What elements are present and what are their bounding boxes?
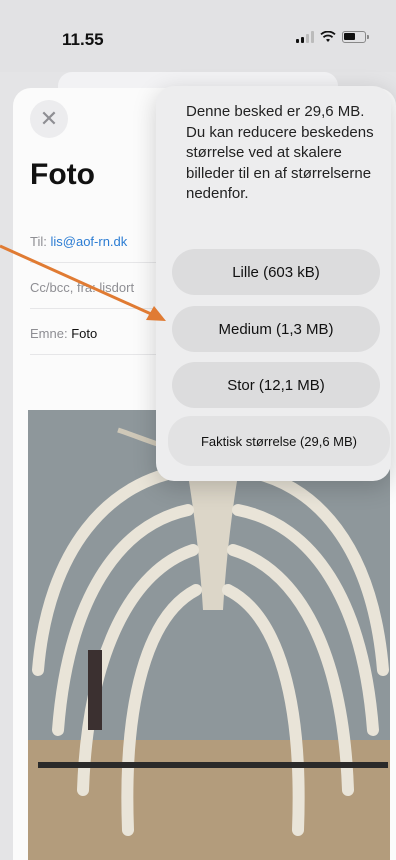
to-field[interactable]: Til: lis@aof-rn.dk [30,234,170,249]
status-bar: 11.55 [0,0,396,72]
size-option-small-button[interactable]: Lille (603 kB) [172,249,380,295]
size-option-actual-button[interactable]: Faktisk størrelse (29,6 MB) [168,416,390,466]
compose-title: Foto [30,158,95,191]
size-option-large-button[interactable]: Stor (12,1 MB) [172,362,380,408]
to-label: Til: [30,234,47,249]
signal-icon [296,31,314,43]
status-time: 11.55 [62,30,104,49]
size-option-medium-button[interactable]: Medium (1,3 MB) [172,306,380,352]
ccbcc-field[interactable]: Cc/bcc, fra: lisdort [30,280,170,295]
wifi-icon [320,31,336,42]
divider [30,308,170,309]
divider [30,354,170,355]
divider [30,262,170,263]
size-message: Denne besked er 29,6 MB. Du kan reducere… [186,103,374,202]
to-recipient[interactable]: lis@aof-rn.dk [50,234,127,249]
status-icons [296,31,369,43]
ccbcc-label: Cc/bcc, fra: [30,280,96,295]
subject-field[interactable]: Emne: Foto [30,326,170,341]
subject-label: Emne: [30,326,68,341]
battery-icon [342,31,369,43]
ccbcc-value: lisdort [99,280,135,295]
subject-value[interactable]: Foto [71,326,97,341]
close-icon: ✕ [39,106,59,131]
close-button[interactable]: ✕ [30,100,68,138]
